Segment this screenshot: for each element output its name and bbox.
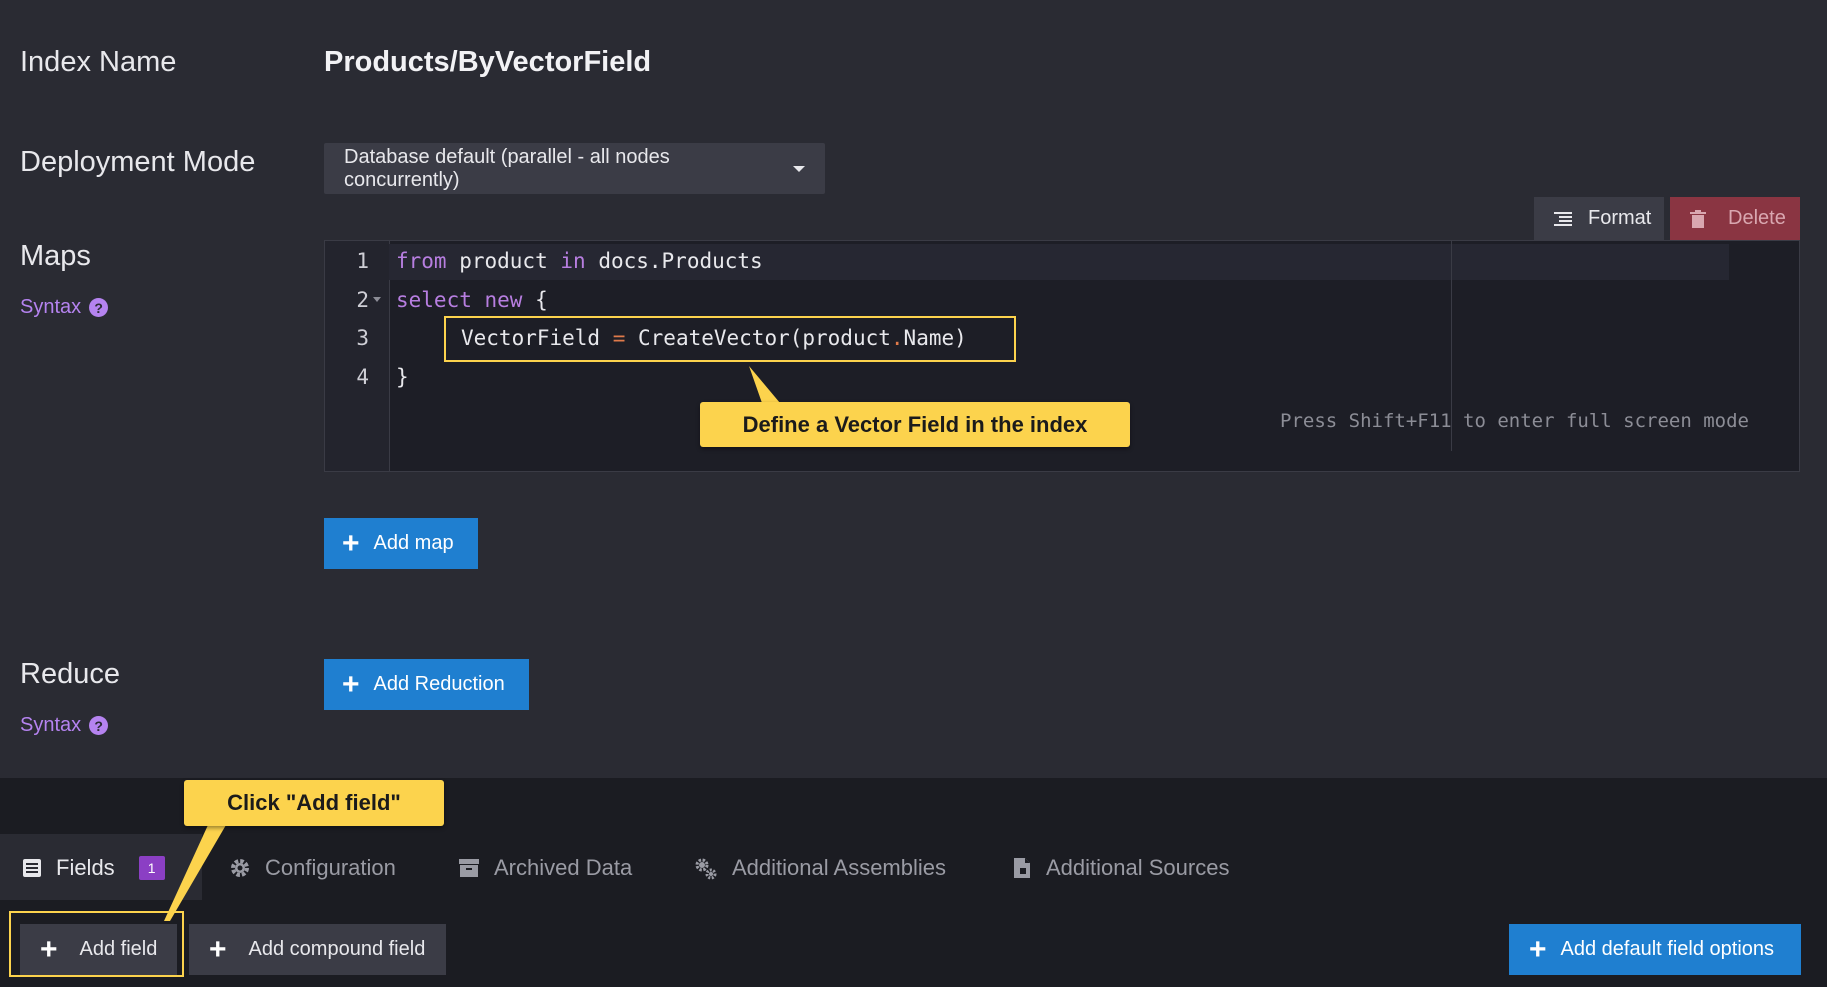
reduce-label: Reduce [20,658,120,690]
line-number: 4 [356,365,369,389]
tab-configuration[interactable]: Configuration [229,852,396,884]
line-number: 3 [356,326,369,350]
gears-icon [695,858,717,880]
deployment-mode-label: Deployment Mode [20,146,256,178]
trash-icon [1690,209,1706,228]
line-number: 1 [356,249,369,273]
plus-icon: + [342,526,360,560]
fullscreen-hint: Press Shift+F11 to enter full screen mod… [1280,410,1749,432]
format-label: Format [1588,207,1652,229]
delete-label: Delete [1728,207,1786,229]
editor-gutter [325,241,390,471]
callout-pointer [164,825,226,921]
add-field-callout: Click "Add field" [184,780,444,826]
tab-fields-label: Fields [56,855,115,880]
help-icon: ? [89,716,109,735]
add-field-button[interactable]: + Add field [20,924,177,975]
add-default-field-options-label: Add default field options [1560,938,1775,960]
gear-icon [231,859,249,877]
align-icon [1554,211,1572,226]
add-field-label: Add field [79,938,158,960]
tab-additional-assemblies[interactable]: Additional Assemblies [694,852,946,884]
maps-label: Maps [20,240,91,272]
archive-icon [459,859,479,877]
add-map-label: Add map [373,532,454,554]
tab-additional-assemblies-label: Additional Assemblies [732,855,947,880]
plus-icon: + [209,932,227,966]
help-icon: ? [89,298,109,317]
tab-configuration-label: Configuration [265,855,396,880]
plus-icon: + [40,932,58,966]
add-map-button[interactable]: + Add map [324,518,478,569]
format-button[interactable]: Format [1534,197,1664,240]
callout-pointer [749,366,780,403]
fold-arrow-icon[interactable] [373,297,381,302]
tab-fields[interactable]: Fields 1 [22,852,165,884]
deployment-mode-dropdown[interactable]: Database default (parallel - all nodes c… [324,143,825,194]
add-default-field-options-button[interactable]: + Add default field options [1509,924,1801,975]
chevron-down-icon [793,165,805,172]
file-icon [1014,858,1030,878]
tab-additional-sources-label: Additional Sources [1046,855,1230,880]
reduce-syntax-link[interactable]: Syntax ? [20,714,109,737]
add-reduction-label: Add Reduction [373,673,505,695]
code-line-2: select new { [396,288,548,312]
syntax-label: Syntax [20,714,82,736]
line-number: 2 [356,288,369,312]
list-icon [23,859,41,877]
syntax-label: Syntax [20,296,82,318]
tab-archived-data[interactable]: Archived Data [458,852,632,884]
index-name-value: Products/ByVectorField [324,46,652,78]
code-line-4: } [396,365,409,389]
vector-field-callout: Define a Vector Field in the index [700,402,1130,447]
tab-archived-data-label: Archived Data [494,855,633,880]
plus-icon: + [1529,932,1547,966]
code-line-1: from product in docs.Products [396,249,763,273]
plus-icon: + [342,667,360,701]
add-compound-field-label: Add compound field [248,938,426,960]
add-reduction-button[interactable]: + Add Reduction [324,659,529,710]
tab-additional-sources[interactable]: Additional Sources [1012,852,1229,884]
vector-field-highlight [444,316,1016,362]
maps-syntax-link[interactable]: Syntax ? [20,296,109,319]
add-compound-field-button[interactable]: + Add compound field [189,924,446,975]
index-name-label: Index Name [20,46,177,78]
delete-button[interactable]: Delete [1670,197,1800,240]
deployment-mode-value: Database default (parallel - all nodes c… [344,145,670,191]
